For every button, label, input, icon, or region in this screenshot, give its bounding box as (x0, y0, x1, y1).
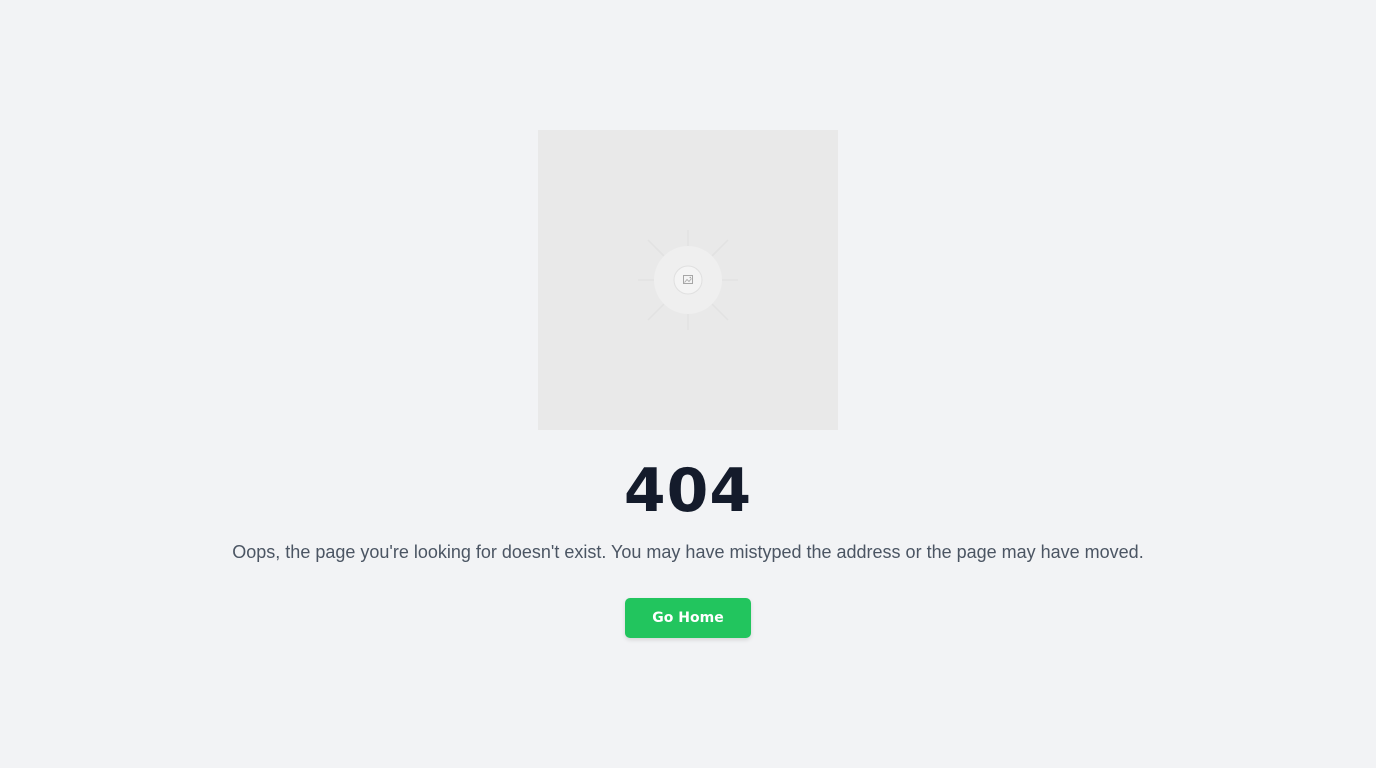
error-illustration (538, 130, 838, 430)
image-placeholder-icon (638, 230, 738, 330)
go-home-button[interactable]: Go Home (625, 598, 751, 638)
not-found-page: 404 Oops, the page you're looking for do… (0, 0, 1376, 768)
error-code: 404 (623, 456, 753, 526)
error-message: Oops, the page you're looking for doesn'… (232, 542, 1144, 562)
